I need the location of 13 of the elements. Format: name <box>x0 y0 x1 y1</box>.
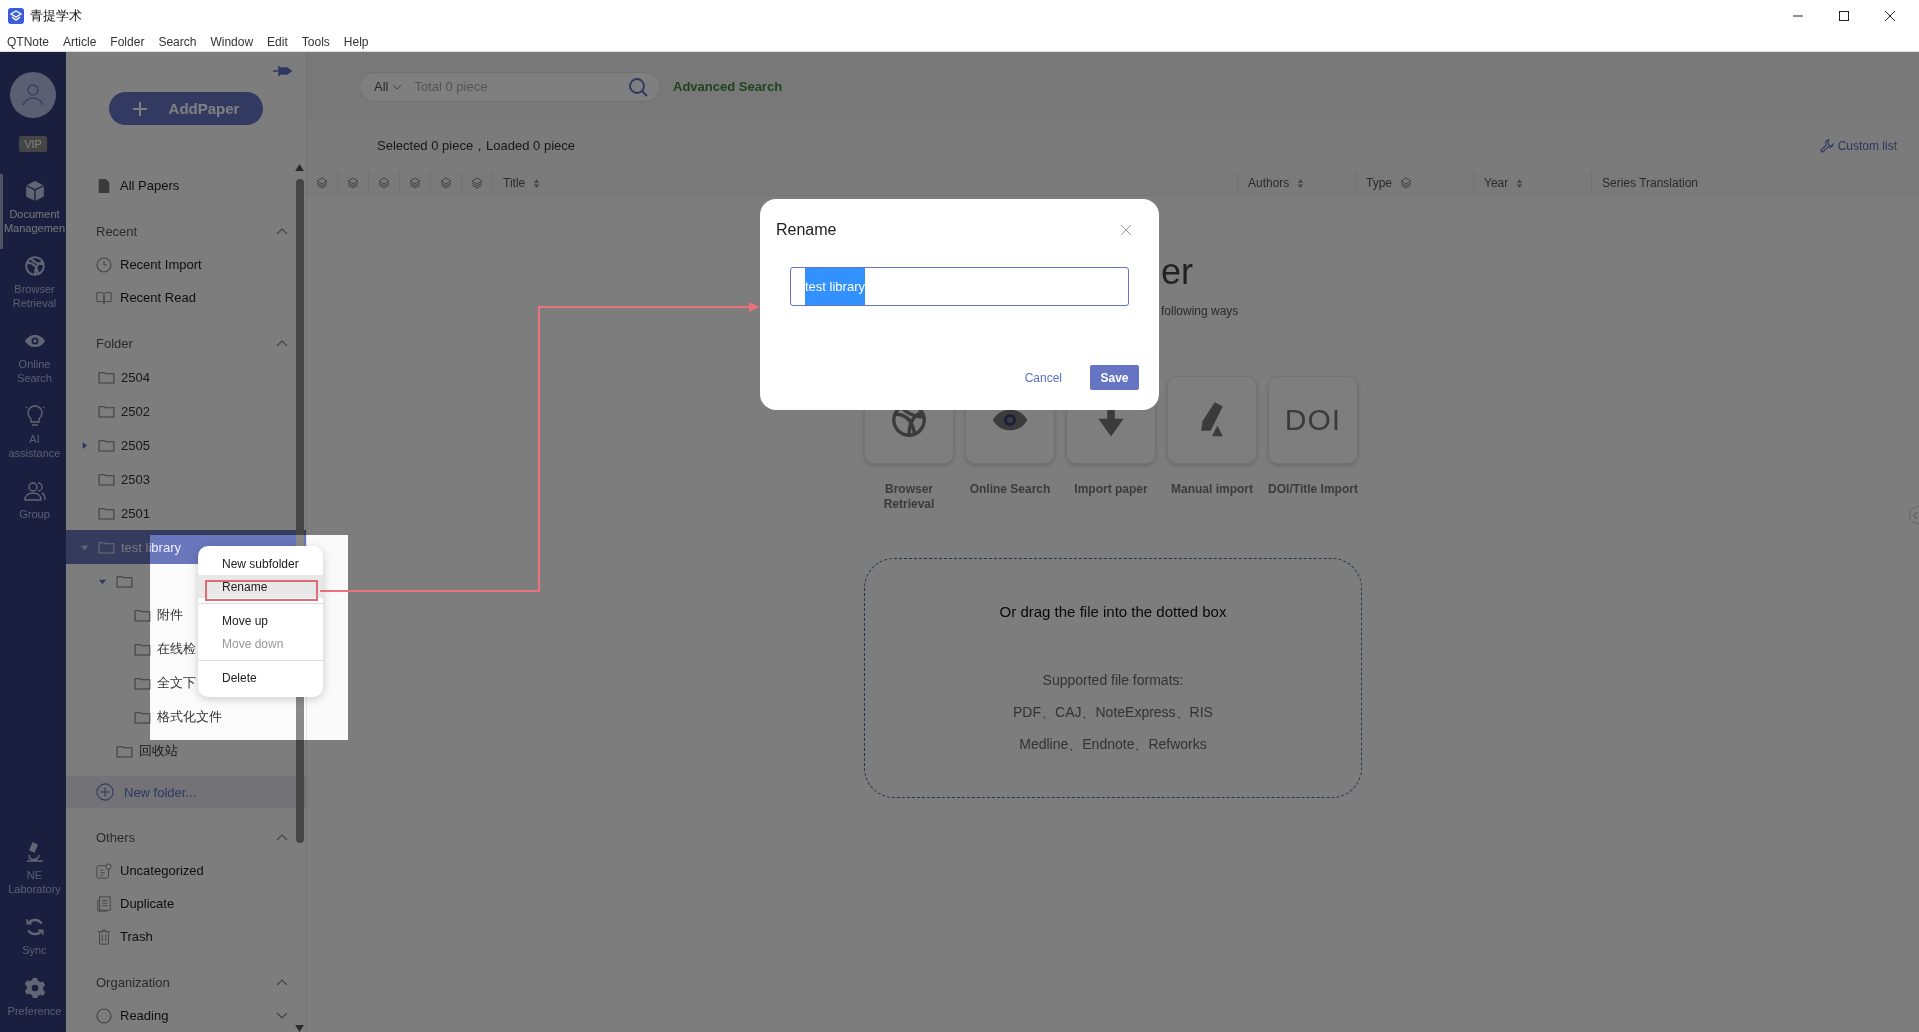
section-title: Folder <box>96 335 133 351</box>
section-title: Organization <box>96 974 170 990</box>
dialog-title: Rename <box>776 221 837 239</box>
section-title: Others <box>96 829 135 845</box>
format-list: PDF、CAJ、NoteExpress、RIS <box>1013 696 1213 728</box>
selection-status: Selected 0 piece，Loaded 0 piece <box>377 137 576 155</box>
formats-title: Supported file formats: <box>1042 671 1184 690</box>
format-list: Medline、Endnote、Refworks <box>1019 728 1207 760</box>
window-title: 青提学术 <box>30 7 82 25</box>
empty-state-subtitle: following ways <box>1161 304 1240 318</box>
section-title: Recent <box>96 223 138 239</box>
empty-state-heading: er <box>1161 250 1194 294</box>
drop-hint: Or drag the file into the dotted box <box>999 603 1227 620</box>
